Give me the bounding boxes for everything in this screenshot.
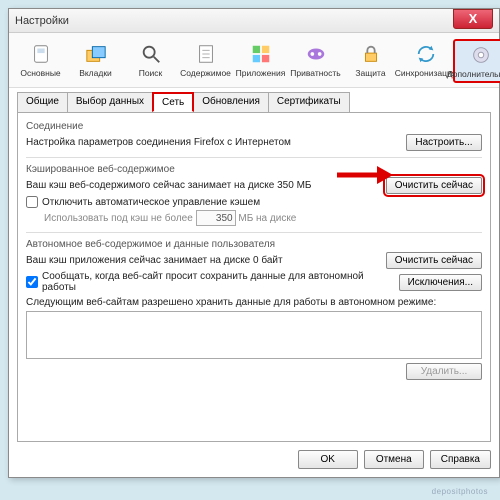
offline-desc: Ваш кэш приложения сейчас занимает на ди… [26, 255, 386, 266]
cat-applications[interactable]: Приложения [233, 39, 288, 83]
help-button[interactable]: Справка [430, 450, 491, 469]
apps-icon [249, 42, 273, 66]
window-title: Настройки [15, 15, 69, 27]
offline-heading: Автономное веб-содержимое и данные польз… [26, 239, 482, 250]
document-icon [194, 42, 218, 66]
lock-icon [359, 42, 383, 66]
subtabs: Общие Выбор данных Сеть Обновления Серти… [9, 88, 499, 112]
exceptions-button[interactable]: Исключения... [399, 274, 482, 291]
titlebar: Настройки X [9, 9, 499, 33]
close-button[interactable]: X [453, 9, 493, 29]
gear-icon [469, 43, 493, 67]
notify-offline-checkbox[interactable] [26, 276, 38, 288]
sync-icon [414, 42, 438, 66]
connection-desc: Настройка параметров соединения Firefox … [26, 137, 406, 148]
connection-settings-button[interactable]: Настроить... [406, 134, 482, 151]
cache-limit-input[interactable] [196, 210, 236, 226]
cancel-button[interactable]: Отмена [364, 450, 424, 469]
settings-window: Настройки X Основные Вкладки Поиск Содер… [8, 8, 500, 478]
notify-offline-label: Сообщать, когда веб-сайт просит сохранит… [42, 271, 399, 293]
cat-search[interactable]: Поиск [123, 39, 178, 83]
mask-icon [304, 42, 328, 66]
dialog-footer: OK Отмена Справка [298, 450, 491, 469]
cache-desc: Ваш кэш веб-содержимого сейчас занимает … [26, 180, 386, 191]
tab-general[interactable]: Общие [17, 92, 68, 112]
override-cache-label: Отключить автоматическое управление кэше… [42, 197, 260, 208]
tab-updates[interactable]: Обновления [193, 92, 269, 112]
tab-certificates[interactable]: Сертификаты [268, 92, 350, 112]
offline-sites-label: Следующим веб-сайтам разрешено хранить д… [26, 297, 482, 308]
cache-limit-prefix: Использовать под кэш не более [44, 213, 193, 224]
search-icon [139, 42, 163, 66]
cat-advanced[interactable]: Дополнительные [453, 39, 500, 83]
cache-heading: Кэшированное веб-содержимое [26, 164, 482, 175]
cache-limit-suffix: МБ на диске [238, 213, 296, 224]
category-toolbar: Основные Вкладки Поиск Содержимое Прилож… [9, 33, 499, 88]
watermark: depositphotos [432, 487, 488, 496]
cat-sync[interactable]: Синхронизация [398, 39, 453, 83]
connection-heading: Соединение [26, 121, 482, 132]
network-pane: Соединение Настройка параметров соединен… [17, 112, 491, 442]
switch-icon [29, 42, 53, 66]
ok-button[interactable]: OK [298, 450, 358, 469]
tabs-icon [84, 42, 108, 66]
cat-privacy[interactable]: Приватность [288, 39, 343, 83]
cat-tabs[interactable]: Вкладки [68, 39, 123, 83]
cat-security[interactable]: Защита [343, 39, 398, 83]
clear-offline-button[interactable]: Очистить сейчас [386, 252, 482, 269]
cat-content[interactable]: Содержимое [178, 39, 233, 83]
clear-cache-button[interactable]: Очистить сейчас [386, 177, 482, 194]
override-cache-checkbox[interactable] [26, 196, 38, 208]
cat-general[interactable]: Основные [13, 39, 68, 83]
tab-data-choices[interactable]: Выбор данных [67, 92, 153, 112]
remove-site-button[interactable]: Удалить... [406, 363, 482, 380]
offline-sites-list[interactable] [26, 311, 482, 359]
tab-network[interactable]: Сеть [152, 92, 194, 112]
